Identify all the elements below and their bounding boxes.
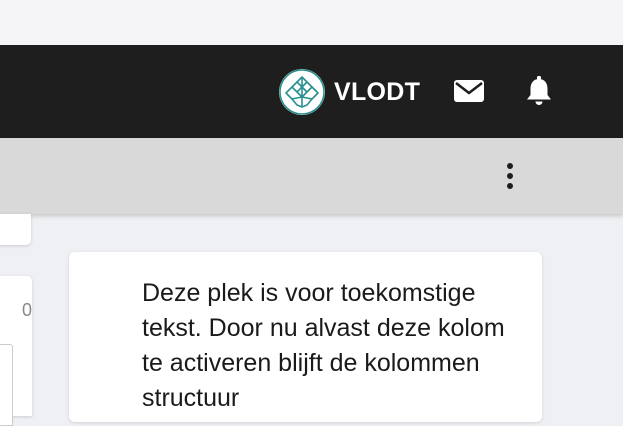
top-navbar: VLODT (0, 45, 623, 138)
bell-icon[interactable] (525, 76, 553, 106)
info-card: Deze plek is voor toekomstige tekst. Doo… (69, 252, 542, 422)
left-panel-card: 0 (0, 276, 32, 426)
info-card-text: Deze plek is voor toekomstige tekst. Doo… (142, 279, 505, 412)
brand[interactable]: VLODT (279, 69, 420, 115)
page-toolbar (0, 138, 623, 214)
left-panel-card-top (0, 214, 31, 245)
kebab-menu-icon[interactable] (500, 162, 520, 190)
left-card-value: 0 (21, 300, 32, 320)
left-card-input-field[interactable] (0, 344, 13, 426)
brand-name: VLODT (334, 77, 421, 106)
mail-icon[interactable] (454, 80, 484, 102)
tree-logo-icon (279, 69, 325, 115)
browser-top-strip (0, 0, 623, 45)
